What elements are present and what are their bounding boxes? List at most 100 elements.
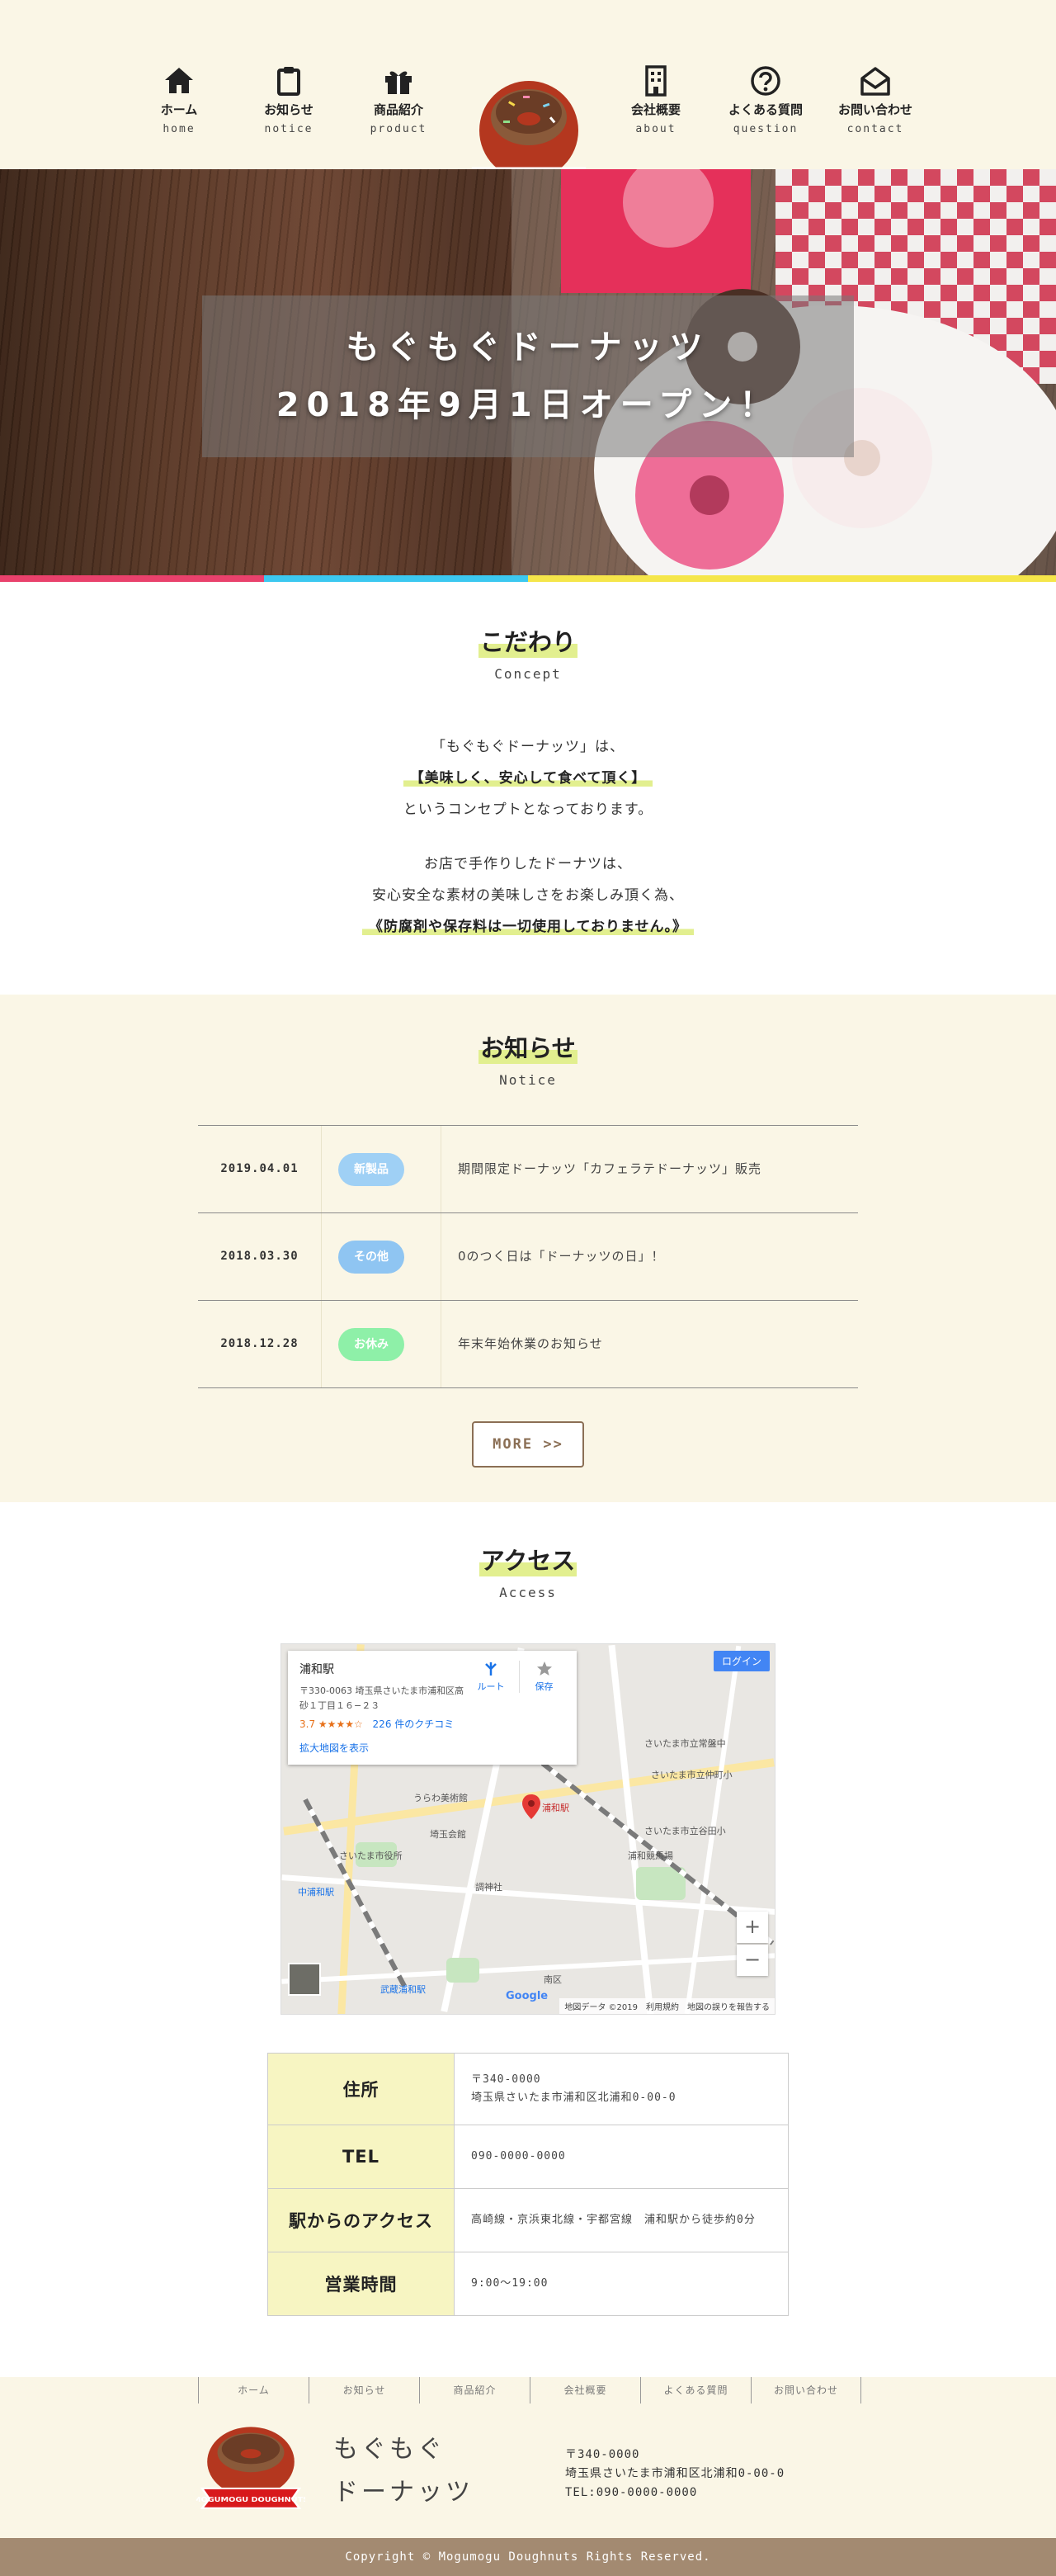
notice-list: 2019.04.01 新製品 期間限定ドーナッツ「カフェラテドーナッツ」販売 2… [198, 1125, 858, 1388]
section-title-jp: こだわり [478, 623, 578, 658]
footer-logo[interactable]: MOGUMOGU DOUGHNUTS [193, 2420, 309, 2517]
map-reviews-link[interactable]: 226 件のクチコミ [373, 1718, 455, 1730]
info-label: 住所 [267, 2053, 455, 2125]
section-title: お知らせ Notice [0, 1029, 1056, 1088]
access-info-table: 住所 〒340-0000 埼玉県さいたま市浦和区北浦和0-00-0 TEL 09… [267, 2053, 789, 2316]
map-label: さいたま市立谷田小 [644, 1826, 726, 1836]
notice-date: 2018.03.30 [198, 1213, 322, 1300]
hero-title-line2: 2018年9月1日オープン！ [276, 386, 780, 424]
nav-label-jp: お知らせ [264, 102, 314, 117]
notice-section: お知らせ Notice 2019.04.01 新製品 期間限定ドーナッツ「カフェ… [0, 995, 1056, 1502]
notice-date: 2019.04.01 [198, 1126, 322, 1212]
info-label: TEL [267, 2125, 455, 2189]
map-save-button[interactable]: 保存 [519, 1661, 568, 1693]
nav-item-home[interactable]: ホーム home [130, 64, 229, 135]
question-icon [751, 66, 780, 96]
nav-label-en: contact [846, 123, 904, 135]
notice-text[interactable]: 年末年始休業のお知らせ [458, 1301, 603, 1387]
info-row-tel: TEL 090-0000-0000 [267, 2125, 789, 2189]
more-button[interactable]: MORE >> [472, 1421, 584, 1468]
footer-link-notice[interactable]: お知らせ [309, 2377, 419, 2403]
hero-banner: もぐもぐドーナッツ 2018年9月1日オープン！ [0, 169, 1056, 582]
notice-badge-other: その他 [338, 1241, 404, 1274]
concept-body: 「もぐもぐドーナッツ」は、 【美味しく、安心して食べて頂く】 というコンセプトと… [0, 731, 1056, 943]
section-title-jp: アクセス [478, 1542, 578, 1576]
info-row-address: 住所 〒340-0000 埼玉県さいたま市浦和区北浦和0-00-0 [267, 2053, 789, 2125]
nav-item-notice[interactable]: お知らせ notice [239, 64, 338, 135]
map-label: 埼玉会館 [430, 1829, 466, 1840]
footer-postal: 〒340-0000 [565, 2448, 640, 2461]
clipboard-icon [277, 67, 300, 96]
map-rating: 3.7 ★★★★☆ 226 件のクチコミ [299, 1717, 565, 1731]
global-nav: ホーム home お知らせ notice 商品紹介 product 会社概要 a… [0, 64, 1056, 198]
nav-label-en: about [635, 123, 676, 135]
gift-icon [385, 71, 412, 94]
section-title-jp: お知らせ [478, 1029, 578, 1064]
map-route-button[interactable]: ルート [466, 1661, 516, 1693]
info-label: 営業時間 [267, 2252, 455, 2316]
footer-address: 〒340-0000 埼玉県さいたま市浦和区北浦和0-00-0 TEL:090-0… [565, 2446, 785, 2503]
zoom-in-button[interactable]: + [737, 1912, 768, 1943]
nav-label-jp: よくある質問 [728, 102, 803, 117]
map-attribution: 地図データ ©2019 利用規約 地図の誤りを報告する [559, 1998, 775, 2014]
notice-text[interactable]: 0のつく日は「ドーナッツの日」！ [458, 1213, 665, 1300]
footer-link-about[interactable]: 会社概要 [530, 2377, 640, 2403]
map-login-button[interactable]: ログイン [713, 1651, 770, 1671]
map-label: 調神社 [475, 1882, 502, 1893]
notice-item[interactable]: 2018.12.28 お休み 年末年始休業のお知らせ [198, 1301, 858, 1388]
footer-link-home[interactable]: ホーム [198, 2377, 309, 2403]
footer-link-product[interactable]: 商品紹介 [419, 2377, 530, 2403]
notice-item[interactable]: 2018.03.30 その他 0のつく日は「ドーナッツの日」！ [198, 1213, 858, 1301]
nav-label-en: home [163, 123, 196, 135]
section-title-en: Access [499, 1585, 557, 1600]
map-label: さいたま市役所 [339, 1850, 403, 1861]
color-bar-segment [792, 575, 1056, 582]
footer-link-contact[interactable]: お問い合わせ [751, 2377, 861, 2403]
notice-badge-holiday: お休み [338, 1328, 404, 1361]
hero-color-bar [0, 575, 1056, 582]
map-label: 中浦和駅 [298, 1887, 334, 1898]
map-large-link[interactable]: 拡大地図を表示 [299, 1741, 565, 1755]
section-title: こだわり Concept [0, 623, 1056, 682]
footer-nav: ホーム お知らせ 商品紹介 会社概要 よくある質問 お問い合わせ [198, 2377, 861, 2403]
map-rating-value: 3.7 [299, 1718, 316, 1730]
concept-text: 「もぐもぐドーナッツ」は、 [431, 739, 625, 755]
site-footer: ホーム お知らせ 商品紹介 会社概要 よくある質問 お問い合わせ MOGUMOG… [0, 2377, 1056, 2538]
nav-item-about[interactable]: 会社概要 about [606, 64, 705, 135]
color-bar-segment [0, 575, 264, 582]
hero-title-line1: もぐもぐドーナッツ [346, 328, 710, 366]
home-icon [165, 68, 193, 93]
footer-logo-text: MOGUMOGU DOUGHNUTS [196, 2497, 305, 2504]
nav-item-question[interactable]: よくある質問 question [716, 64, 815, 135]
zoom-out-button[interactable]: − [737, 1945, 768, 1976]
nav-item-contact[interactable]: お問い合わせ contact [826, 64, 925, 135]
nav-item-product[interactable]: 商品紹介 product [349, 64, 448, 135]
street-view-icon[interactable] [288, 1963, 321, 1996]
map-label: 南区 [544, 1974, 562, 1985]
concept-highlight: 【美味しく、安心して食べて頂く】 [403, 770, 653, 787]
map-pin-icon[interactable] [522, 1794, 540, 1819]
access-section: アクセス Access うらわ美術館 埼玉会館 さいたま市役所 調神社 浦和競馬… [0, 1502, 1056, 2377]
section-title-en: Concept [494, 666, 562, 682]
mail-open-icon [860, 67, 890, 96]
concept-text: というコンセプトとなっております。 [403, 801, 653, 818]
map-save-label: 保存 [535, 1681, 554, 1692]
map-label: さいたま市立常盤中 [644, 1738, 726, 1749]
info-value: 090-0000-0000 [454, 2125, 789, 2189]
notice-text[interactable]: 期間限定ドーナッツ「カフェラテドーナッツ」販売 [458, 1126, 761, 1212]
map-label: 武蔵浦和駅 [380, 1984, 426, 1995]
section-title: アクセス Access [0, 1542, 1056, 1600]
info-value: 高崎線・京浜東北線・宇都宮線 浦和駅から徒歩約0分 [454, 2188, 789, 2252]
google-logo: Google [506, 1990, 549, 2002]
footer-brand-name: もぐもぐ ドーナッツ [333, 2428, 474, 2514]
building-icon [645, 65, 667, 97]
concept-section: こだわり Concept 「もぐもぐドーナッツ」は、 【美味しく、安心して食べて… [0, 582, 1056, 995]
concept-text: お店で手作りしたドーナツは、 [424, 856, 632, 872]
notice-date: 2018.12.28 [198, 1301, 322, 1387]
info-label: 駅からのアクセス [267, 2188, 455, 2252]
google-map[interactable]: うらわ美術館 埼玉会館 さいたま市役所 調神社 浦和競馬場 南区 中浦和駅 武蔵… [280, 1643, 776, 2015]
map-info-card: 浦和駅 〒330-0063 埼玉県さいたま市浦和区高砂１丁目１６−２３ 3.7 … [288, 1651, 577, 1765]
notice-item[interactable]: 2019.04.01 新製品 期間限定ドーナッツ「カフェラテドーナッツ」販売 [198, 1126, 858, 1213]
directions-icon [485, 1662, 497, 1676]
footer-link-question[interactable]: よくある質問 [640, 2377, 751, 2403]
